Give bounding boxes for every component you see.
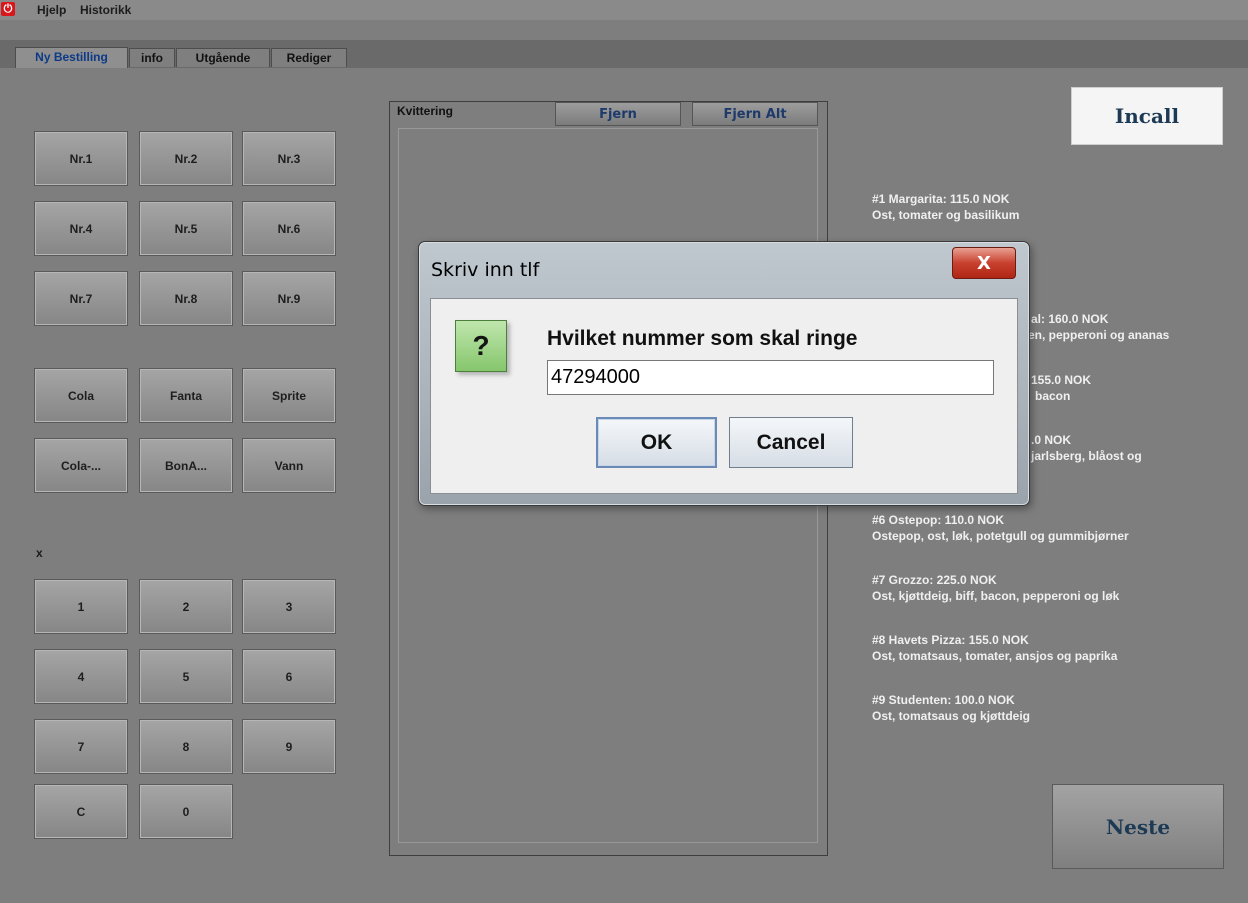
tab-info[interactable]: info	[129, 48, 175, 67]
incall-button[interactable]: Incall	[1071, 87, 1223, 145]
pizza-button-1[interactable]: Nr.1	[34, 131, 128, 186]
keypad-4[interactable]: 4	[34, 649, 128, 704]
phone-input[interactable]	[547, 360, 994, 395]
menu-item-1: #1 Margarita: 115.0 NOK Ost, tomater og …	[872, 191, 1019, 223]
menu-item-8: #8 Havets Pizza: 155.0 NOK Ost, tomatsau…	[872, 632, 1117, 664]
menu-item-title: 155.0 NOK	[1031, 373, 1092, 387]
menu-item-title: #7 Grozzo: 225.0 NOK	[872, 573, 997, 587]
menu-item-desc: jarlsberg, blåost og	[1031, 449, 1142, 463]
next-button[interactable]: Neste	[1052, 784, 1224, 869]
pizza-button-3[interactable]: Nr.3	[242, 131, 336, 186]
quantity-label: x	[36, 546, 43, 560]
pizza-button-6[interactable]: Nr.6	[242, 201, 336, 256]
keypad-6[interactable]: 6	[242, 649, 336, 704]
keypad-clear[interactable]: C	[34, 784, 128, 839]
keypad-9[interactable]: 9	[242, 719, 336, 774]
close-icon[interactable]: X	[952, 247, 1016, 279]
menu-hjelp[interactable]: Hjelp	[37, 3, 66, 17]
remove-all-button[interactable]: Fjern Alt	[692, 102, 818, 126]
menu-item-title: #9 Studenten: 100.0 NOK	[872, 693, 1015, 707]
keypad-2[interactable]: 2	[139, 579, 233, 634]
drink-button-vann[interactable]: Vann	[242, 438, 336, 493]
menu-item-desc: Ost, tomater og basilikum	[872, 208, 1020, 222]
keypad-7[interactable]: 7	[34, 719, 128, 774]
keypad-8[interactable]: 8	[139, 719, 233, 774]
keypad-5[interactable]: 5	[139, 649, 233, 704]
menu-item-desc: Ost, kjøttdeig, biff, bacon, pepperoni o…	[872, 589, 1120, 603]
menu-item-5: .0 NOK jarlsberg, blåost og	[1031, 432, 1142, 464]
menu-item-title: #6 Ostepop: 110.0 NOK	[872, 513, 1005, 527]
menu-item-desc: Ost, tomatsaus og kjøttdeig	[872, 709, 1031, 723]
app-icon: ⏻	[1, 2, 15, 16]
menu-item-title: #1 Margarita: 115.0 NOK	[872, 192, 1010, 206]
pizza-button-7[interactable]: Nr.7	[34, 271, 128, 326]
cancel-button[interactable]: Cancel	[729, 417, 853, 468]
menu-item-3: al: 160.0 NOK en, pepperoni og ananas	[1028, 311, 1170, 343]
drink-button-cola[interactable]: Cola	[34, 368, 128, 423]
remove-button[interactable]: Fjern	[555, 102, 681, 126]
dialog-prompt: Hvilket nummer som skal ringe	[547, 327, 858, 350]
menu-item-9: #9 Studenten: 100.0 NOK Ost, tomatsaus o…	[872, 692, 1030, 724]
tab-ny-bestilling[interactable]: Ny Bestilling	[15, 47, 128, 68]
menu-historikk[interactable]: Historikk	[80, 3, 131, 17]
tab-rediger[interactable]: Rediger	[271, 48, 347, 67]
menu-item-desc: en, pepperoni og ananas	[1028, 328, 1170, 342]
menu-item-7: #7 Grozzo: 225.0 NOK Ost, kjøttdeig, bif…	[872, 572, 1119, 604]
menu-bar: ⏻ Hjelp Historikk	[0, 0, 1248, 20]
receipt-title: Kvittering	[397, 104, 454, 118]
pizza-button-4[interactable]: Nr.4	[34, 201, 128, 256]
pizza-button-8[interactable]: Nr.8	[139, 271, 233, 326]
menu-item-desc: Ost, tomatsaus, tomater, ansjos og papri…	[872, 649, 1118, 663]
drink-button-cola-light[interactable]: Cola-...	[34, 438, 128, 493]
keypad-3[interactable]: 3	[242, 579, 336, 634]
pizza-button-2[interactable]: Nr.2	[139, 131, 233, 186]
question-icon: ?	[455, 320, 507, 372]
dialog-title: Skriv inn tlf	[431, 259, 540, 281]
pizza-button-5[interactable]: Nr.5	[139, 201, 233, 256]
menu-item-title: al: 160.0 NOK	[1031, 312, 1109, 326]
keypad-0[interactable]: 0	[139, 784, 233, 839]
keypad-1[interactable]: 1	[34, 579, 128, 634]
menu-item-desc: Ostepop, ost, løk, potetgull og gummibjø…	[872, 529, 1129, 543]
drink-button-fanta[interactable]: Fanta	[139, 368, 233, 423]
drink-button-sprite[interactable]: Sprite	[242, 368, 336, 423]
menu-item-title: .0 NOK	[1031, 433, 1072, 447]
menu-item-4: 155.0 NOK bacon	[1031, 372, 1091, 404]
pizza-button-9[interactable]: Nr.9	[242, 271, 336, 326]
drink-button-bonaqua[interactable]: BonA...	[139, 438, 233, 493]
menu-item-6: #6 Ostepop: 110.0 NOK Ostepop, ost, løk,…	[872, 512, 1129, 544]
tab-utgaende[interactable]: Utgående	[176, 48, 270, 67]
menu-item-title: #8 Havets Pizza: 155.0 NOK	[872, 633, 1029, 647]
menu-item-desc: bacon	[1035, 389, 1071, 403]
ok-button[interactable]: OK	[596, 417, 717, 468]
